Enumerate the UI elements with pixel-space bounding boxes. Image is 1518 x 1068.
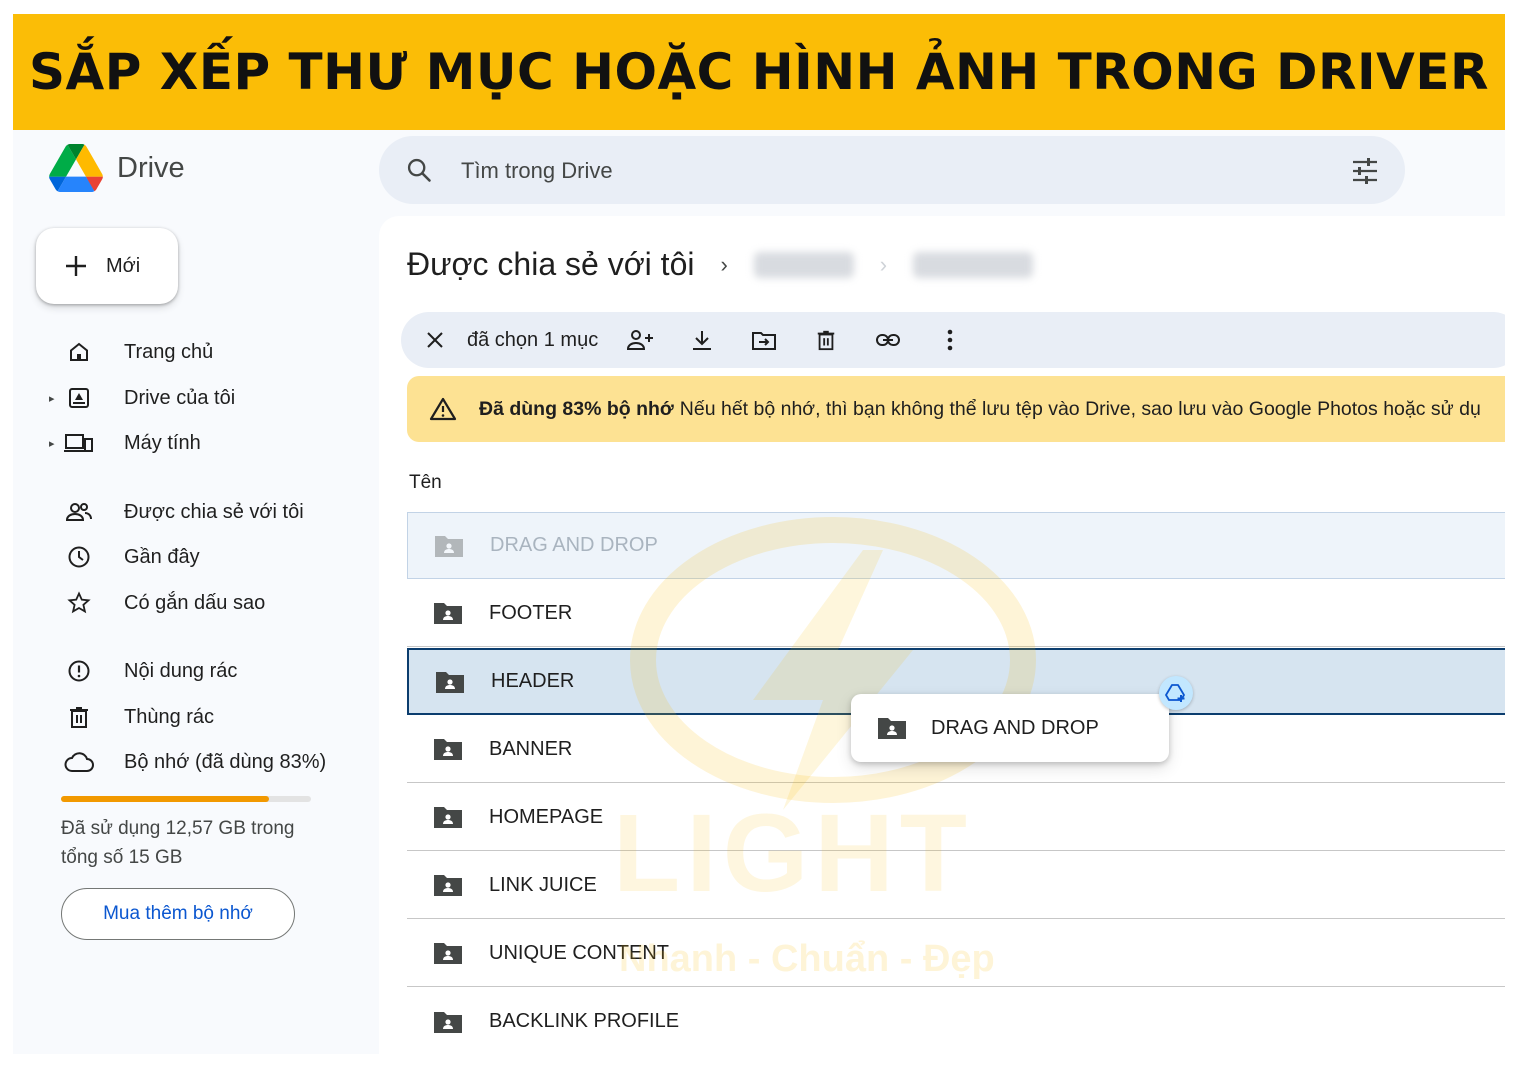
title-banner: SẮP XẾP THƯ MỤC HOẶC HÌNH ẢNH TRONG DRIV…: [13, 14, 1505, 130]
main-panel: Được chia sẻ với tôi › › đã chọn 1 mục Đ…: [379, 216, 1505, 1054]
sidebar-item-my-drive[interactable]: ▸ Drive của tôi: [49, 378, 235, 418]
shared-folder-icon: [434, 1011, 462, 1033]
shared-folder-icon: [878, 718, 906, 739]
sidebar-item-shared[interactable]: Được chia sẻ với tôi: [49, 492, 304, 532]
file-name: BACKLINK PROFILE: [489, 1010, 680, 1032]
shared-folder-icon: [435, 535, 463, 557]
sidebar-item-label: Drive của tôi: [124, 386, 236, 409]
breadcrumb-blurred-folder[interactable]: [913, 251, 1034, 278]
expand-caret-icon[interactable]: ▸: [49, 437, 63, 450]
selection-toolbar: đã chọn 1 mục: [401, 312, 1505, 368]
file-name: DRAG AND DROP: [490, 534, 658, 556]
sidebar-item-label: Thùng rác: [124, 705, 215, 728]
column-header-name[interactable]: Tên: [409, 472, 442, 494]
sidebar-item-label: Được chia sẻ với tôi: [124, 500, 304, 523]
breadcrumb-shared[interactable]: Được chia sẻ với tôi: [407, 246, 694, 283]
sidebar-item-home[interactable]: Trang chủ: [49, 332, 213, 372]
share-button[interactable]: [624, 324, 656, 356]
breadcrumb: Được chia sẻ với tôi › ›: [407, 246, 1034, 283]
file-row-dragging[interactable]: DRAG AND DROP: [407, 512, 1505, 579]
file-name: BANNER: [489, 737, 573, 760]
sidebar-item-spam[interactable]: Nội dung rác: [49, 651, 237, 691]
drive-logo[interactable]: Drive: [49, 144, 185, 192]
new-button[interactable]: Mới: [36, 228, 178, 304]
file-name: FOOTER: [489, 601, 573, 624]
sidebar-item-trash[interactable]: Thùng rác: [49, 697, 214, 737]
add-person-icon: [627, 330, 654, 350]
drag-preview-name: DRAG AND DROP: [931, 716, 1099, 739]
sidebar-item-recent[interactable]: Gần đây: [49, 537, 200, 577]
add-to-drive-badge: [1159, 676, 1193, 710]
shared-icon: [65, 503, 92, 521]
drive-app: Drive Mới Trang chủ ▸ Drive của tôi: [13, 130, 1505, 1054]
spam-icon: [68, 660, 90, 682]
star-icon: [67, 591, 91, 614]
shared-folder-icon: [434, 943, 462, 964]
storage-progress-fill: [61, 796, 269, 802]
drive-logo-text: Drive: [117, 151, 185, 184]
sidebar-item-label: Trang chủ: [124, 340, 214, 363]
link-icon: [876, 334, 901, 346]
shared-folder-icon: [434, 875, 462, 896]
search-options-icon[interactable]: [1351, 158, 1379, 184]
search-input[interactable]: [459, 150, 1323, 192]
storage-progress-bar: [61, 796, 311, 802]
file-name: HEADER: [491, 670, 575, 692]
more-actions-button[interactable]: [934, 324, 966, 356]
sidebar-item-starred[interactable]: Có gắn dấu sao: [49, 583, 265, 623]
warning-icon: [429, 397, 457, 421]
banner-title: SẮP XẾP THƯ MỤC HOẶC HÌNH ẢNH TRONG DRIV…: [29, 43, 1489, 101]
trash-icon: [70, 707, 88, 728]
sidebar-item-label: Có gắn dấu sao: [124, 591, 266, 614]
expand-caret-icon[interactable]: ▸: [49, 392, 63, 405]
chevron-right-icon: ›: [720, 251, 728, 277]
buy-storage-button[interactable]: Mua thêm bộ nhớ: [61, 888, 295, 940]
storage-usage-text: Đã sử dụng 12,57 GB trong tổng số 15 GB: [61, 818, 295, 868]
my-drive-icon: [69, 388, 89, 408]
move-button[interactable]: [748, 324, 780, 356]
sidebar-item-storage[interactable]: Bộ nhớ (đã dùng 83%): [49, 742, 326, 782]
warning-title: Đã dùng 83% bộ nhớ: [479, 397, 674, 420]
file-name: HOMEPAGE: [489, 805, 604, 828]
move-to-folder-icon: [752, 332, 777, 350]
plus-icon: [66, 256, 86, 276]
download-button[interactable]: [686, 324, 718, 356]
clear-selection-button[interactable]: [419, 324, 451, 356]
more-vert-icon: [947, 329, 953, 351]
search-bar[interactable]: [379, 136, 1405, 204]
chevron-right-icon: ›: [879, 251, 888, 277]
clock-icon: [68, 546, 90, 568]
add-to-drive-icon: [1165, 684, 1185, 702]
new-button-label: Mới: [106, 254, 141, 277]
file-name: LINK JUICE: [489, 873, 597, 896]
storage-warning-banner: Đã dùng 83% bộ nhớ Nếu hết bộ nhớ, thì b…: [407, 376, 1505, 442]
file-row[interactable]: BACKLINK PROFILE: [407, 988, 1505, 1054]
shared-folder-icon: [434, 807, 462, 828]
selected-count: đã chọn 1 mục: [467, 328, 599, 351]
shared-folder-icon: [434, 739, 462, 760]
close-icon: [427, 332, 443, 348]
sidebar-item-label: Gần đây: [124, 545, 200, 568]
shared-folder-icon: [436, 671, 464, 693]
watermark-brand: LIGHT: [613, 792, 973, 915]
delete-button[interactable]: [810, 324, 842, 356]
shared-folder-icon: [434, 603, 462, 624]
cloud-icon: [64, 752, 94, 772]
warning-text: Nếu hết bộ nhớ, thì bạn không thể lưu tệ…: [679, 397, 1481, 420]
trash-icon: [817, 330, 835, 351]
sidebar-item-computers[interactable]: ▸ Máy tính: [49, 423, 201, 463]
search-icon[interactable]: [405, 156, 433, 184]
copy-link-button[interactable]: [872, 324, 904, 356]
drag-preview-card[interactable]: DRAG AND DROP: [851, 694, 1169, 762]
computer-icon: [64, 434, 93, 452]
sidebar-item-label: Nội dung rác: [124, 659, 238, 682]
sidebar-item-label: Bộ nhớ (đã dùng 83%): [124, 750, 327, 773]
breadcrumb-blurred-folder[interactable]: [753, 251, 854, 278]
sidebar-item-label: Máy tính: [124, 431, 201, 454]
download-icon: [693, 331, 712, 350]
watermark-tagline: Nhanh - Chuẩn - Đẹp: [619, 938, 995, 980]
drive-logo-icon: [49, 144, 103, 192]
home-icon: [70, 342, 88, 361]
file-row[interactable]: FOOTER: [407, 580, 1505, 647]
